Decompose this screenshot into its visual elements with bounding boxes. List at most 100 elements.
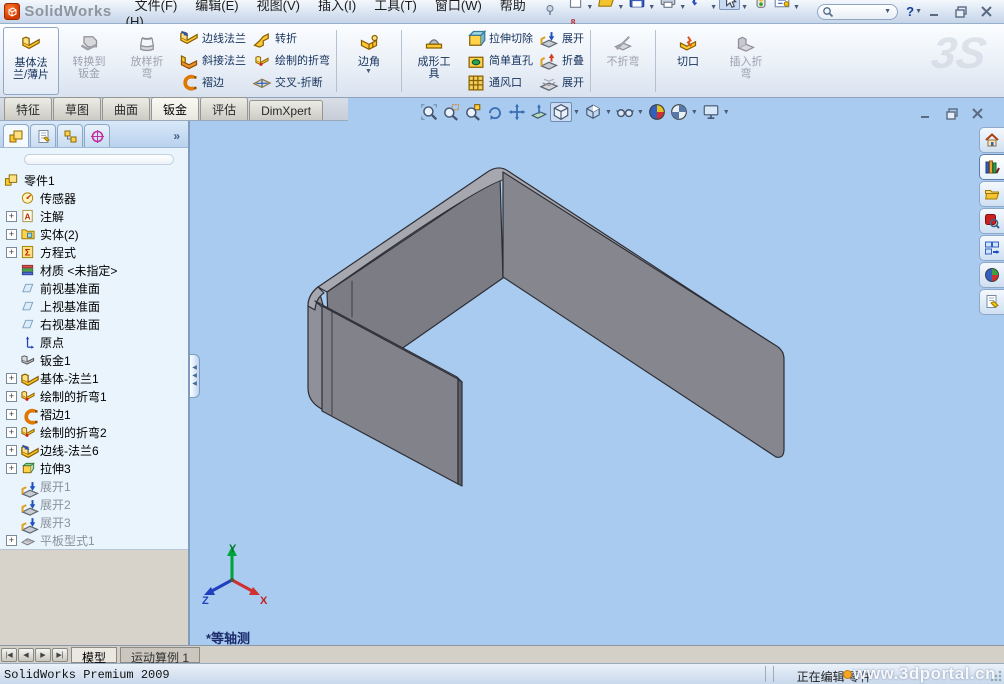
tree-item-1[interactable]: 传感器: [0, 189, 186, 207]
motion-vcr-button-2[interactable]: ▶: [35, 647, 51, 662]
open-icon[interactable]: [595, 0, 616, 10]
window-restore-button[interactable]: [950, 4, 972, 20]
command-tab-0[interactable]: 特征: [4, 97, 53, 120]
tree-item-15[interactable]: + 边线-法兰6: [0, 441, 186, 459]
print-icon[interactable]: [657, 0, 678, 10]
taskpane-appearances-scenes-tab[interactable]: [979, 262, 1004, 288]
view-orientation-icon-dropdown[interactable]: ▼: [573, 109, 580, 116]
undo-icon[interactable]: [688, 0, 709, 10]
tree-expander-icon[interactable]: +: [6, 534, 17, 546]
menu-item-1[interactable]: 编辑(E): [186, 0, 247, 16]
apply-scene-icon[interactable]: [668, 102, 690, 122]
window-close-button[interactable]: [976, 4, 998, 20]
graphics-viewport[interactable]: ▼ ▼ ▼ ▼ ▼ Y X Z *等轴测 ◀ ◀ ◀: [190, 98, 1004, 645]
zoom-to-fit-icon[interactable]: [418, 102, 440, 122]
tree-item-8[interactable]: 右视基准面: [0, 315, 186, 333]
tab-property-manager[interactable]: [30, 124, 56, 147]
ribbon-cross-break-button[interactable]: 交叉-折断: [252, 72, 330, 94]
command-tab-2[interactable]: 曲面: [102, 97, 151, 120]
ribbon-extruded-cut-button[interactable]: 拉伸切除: [466, 28, 533, 50]
menu-item-3[interactable]: 插入(I): [309, 0, 365, 16]
save-dropdown[interactable]: ▼: [648, 4, 655, 11]
tree-item-0[interactable]: 零件1: [0, 171, 186, 189]
rebuild-icon[interactable]: [750, 0, 771, 10]
tree-item-20[interactable]: + 平板型式1: [0, 531, 186, 549]
tree-item-12[interactable]: + 绘制的折弯1: [0, 387, 186, 405]
menu-item-2[interactable]: 视图(V): [248, 0, 309, 16]
view-settings-icon[interactable]: [700, 102, 722, 122]
tree-item-2[interactable]: + A 注解: [0, 207, 186, 225]
menu-pin-icon[interactable]: [544, 4, 556, 19]
print-dropdown[interactable]: ▼: [679, 4, 686, 11]
new-document-icon[interactable]: [564, 0, 585, 10]
tree-item-7[interactable]: 上视基准面: [0, 297, 186, 315]
select-arrow-dropdown[interactable]: ▼: [741, 4, 748, 11]
section-view-icon[interactable]: [528, 102, 550, 122]
tree-item-19[interactable]: 展开3: [0, 513, 186, 534]
zoom-to-selection-icon[interactable]: [462, 102, 484, 122]
tree-item-18[interactable]: 展开2: [0, 495, 186, 516]
taskpane-solidworks-resources-tab[interactable]: [979, 127, 1004, 153]
options-list-icon[interactable]: [771, 0, 792, 10]
panel-expand-chevron[interactable]: »: [173, 129, 180, 147]
hide-show-items-icon[interactable]: [614, 102, 636, 122]
tree-expander-icon[interactable]: +: [6, 372, 17, 384]
apply-scene-icon-dropdown[interactable]: ▼: [691, 109, 698, 116]
feature-filter-box[interactable]: [24, 154, 174, 165]
tab-dimxpert-manager[interactable]: [84, 124, 110, 147]
ribbon-convert-to-sheetmetal-button[interactable]: 转换到 钣金: [61, 27, 117, 95]
tree-item-5[interactable]: 材质 <未指定>: [0, 261, 186, 279]
pan-icon[interactable]: [506, 102, 528, 122]
resize-grip[interactable]: [990, 670, 1002, 682]
search-box[interactable]: ▼: [816, 3, 899, 20]
tree-expander-icon[interactable]: +: [6, 210, 17, 222]
tree-expander-icon[interactable]: +: [6, 390, 17, 402]
tree-expander-icon[interactable]: +: [6, 228, 17, 240]
ribbon-base-flange-button[interactable]: 基体法 兰/薄片: [3, 27, 59, 95]
document-tab-0[interactable]: 模型: [71, 646, 118, 665]
ribbon-lofted-bend-button[interactable]: 放样折弯: [119, 27, 175, 95]
tree-expander-icon[interactable]: +: [6, 408, 17, 420]
ribbon-hem-button[interactable]: 褶边: [179, 72, 246, 94]
save-icon[interactable]: [626, 0, 647, 10]
ribbon-jog-button[interactable]: 转折: [252, 28, 330, 50]
panel-splitter-collapse[interactable]: ◀ ◀ ◀: [190, 354, 200, 398]
rotate-view-icon[interactable]: [484, 102, 506, 122]
document-minimize-button[interactable]: [918, 106, 934, 125]
help-button[interactable]: ?: [906, 4, 914, 19]
select-arrow-icon[interactable]: [719, 0, 741, 10]
view-orientation-icon[interactable]: [550, 102, 572, 122]
ribbon-forming-tool-button[interactable]: 成形工具: [406, 27, 462, 95]
command-tab-5[interactable]: DimXpert: [249, 100, 324, 120]
ribbon-miter-flange-button[interactable]: 斜接法兰: [179, 50, 246, 72]
ribbon-no-bends-button[interactable]: 不折弯: [595, 27, 651, 95]
window-minimize-button[interactable]: [924, 4, 946, 20]
undo-dropdown[interactable]: ▼: [710, 4, 717, 11]
tree-item-4[interactable]: + Σ 方程式: [0, 243, 186, 261]
new-document-dropdown[interactable]: ▼: [586, 4, 593, 11]
tree-expander-icon[interactable]: +: [6, 246, 17, 258]
document-close-button[interactable]: [970, 106, 986, 125]
menu-item-5[interactable]: 窗口(W): [426, 0, 491, 16]
taskpane-file-explorer-tab[interactable]: [979, 181, 1004, 207]
options-list-dropdown[interactable]: ▼: [793, 4, 800, 11]
open-dropdown[interactable]: ▼: [617, 4, 624, 11]
tree-expander-icon[interactable]: +: [6, 462, 17, 474]
ribbon-sketched-bend-button[interactable]: 绘制的折弯: [252, 50, 330, 72]
tree-item-11[interactable]: + 基体-法兰1: [0, 369, 186, 387]
ribbon-flatten-button[interactable]: 展开: [539, 72, 584, 94]
display-style-icon-dropdown[interactable]: ▼: [605, 109, 612, 116]
motion-vcr-button-0[interactable]: |◀: [1, 647, 17, 662]
ribbon-edge-flange-button[interactable]: 边线法兰: [179, 28, 246, 50]
tree-item-17[interactable]: 展开1: [0, 477, 186, 498]
tree-item-13[interactable]: + 褶边1: [0, 405, 186, 424]
document-tab-1[interactable]: 运动算例 1: [120, 646, 201, 665]
ribbon-simple-hole-button[interactable]: 简单直孔: [466, 50, 533, 72]
tree-item-14[interactable]: + 绘制的折弯2: [0, 423, 186, 441]
motion-vcr-button-3[interactable]: ▶|: [52, 647, 68, 662]
ribbon-corner-button[interactable]: 边角 ▼: [341, 27, 397, 95]
tree-item-16[interactable]: + 拉伸3: [0, 459, 186, 477]
tree-item-3[interactable]: + 实体(2): [0, 225, 186, 243]
tree-item-10[interactable]: 钣金1: [0, 351, 186, 369]
command-tab-3[interactable]: 钣金: [151, 97, 200, 120]
